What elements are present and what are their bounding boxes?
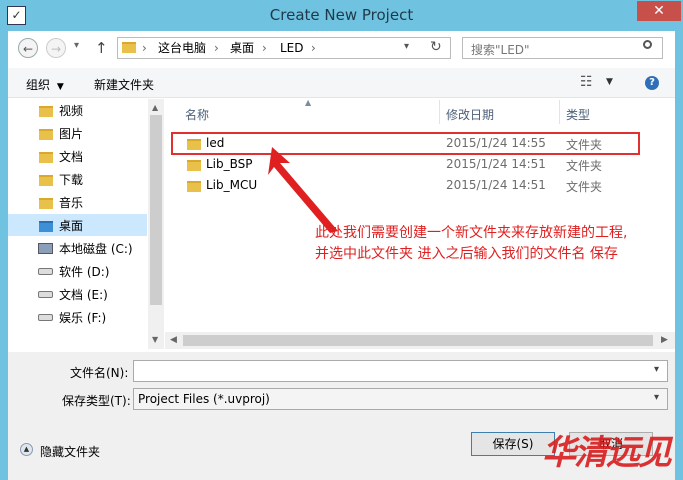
breadcrumb-separator: › xyxy=(142,41,147,55)
column-divider xyxy=(439,100,440,124)
chevron-down-icon[interactable]: ▾ xyxy=(654,392,659,403)
music-folder-icon xyxy=(39,198,53,209)
scroll-left-icon[interactable]: ◀ xyxy=(170,335,177,345)
folder-icon xyxy=(187,181,201,192)
search-placeholder: 搜索"LED" xyxy=(471,43,530,57)
sidebar-item-drive-f[interactable]: 娱乐 (F:) xyxy=(59,308,106,328)
hscroll-thumb[interactable] xyxy=(183,335,653,346)
filetype-label: 保存类型(T): xyxy=(62,394,131,408)
search-input[interactable]: 搜索"LED" xyxy=(462,37,663,59)
chevron-down-icon: ▼ xyxy=(56,82,64,92)
organize-menu[interactable]: 组织 ▼ xyxy=(26,76,64,93)
drive-icon xyxy=(38,291,53,298)
folder-icon xyxy=(122,42,136,53)
close-button[interactable]: ✕ xyxy=(637,1,681,21)
recent-dropdown-icon[interactable]: ▾ xyxy=(74,40,79,51)
annotation-text-line1: 此处我们需要创建一个新文件夹来存放新建的工程, xyxy=(315,225,628,241)
file-date: 2015/1/24 14:51 xyxy=(446,157,546,171)
forward-button[interactable]: → xyxy=(46,38,66,58)
scroll-down-icon[interactable]: ▼ xyxy=(152,335,158,344)
local-disk-icon xyxy=(38,243,53,254)
file-date: 2015/1/24 14:51 xyxy=(446,178,546,192)
window-frame-left xyxy=(0,31,8,480)
sidebar-item-desktop[interactable]: 桌面 xyxy=(59,216,83,236)
column-header-date[interactable]: 修改日期 xyxy=(446,106,494,123)
desktop-folder-icon xyxy=(39,221,53,232)
file-type: 文件夹 xyxy=(566,180,603,194)
sidebar-item-videos[interactable]: 视频 xyxy=(59,101,83,121)
file-name: Lib_BSP xyxy=(206,157,253,171)
annotation-highlight-box xyxy=(171,132,640,155)
filename-label: 文件名(N): xyxy=(70,366,129,380)
help-icon[interactable]: ? xyxy=(645,76,659,90)
column-header-name[interactable]: 名称 xyxy=(185,106,209,123)
breadcrumb-led[interactable]: LED xyxy=(280,38,304,58)
filetype-value: Project Files (*.uvproj) xyxy=(138,392,270,406)
scroll-up-icon[interactable]: ▲ xyxy=(152,103,158,112)
chevron-up-icon[interactable]: ▲ xyxy=(20,443,33,456)
column-divider xyxy=(559,100,560,124)
watermark-logo: 华清远见 xyxy=(542,433,672,473)
breadcrumb-desktop[interactable]: 桌面 xyxy=(230,38,254,58)
organize-label: 组织 xyxy=(26,78,51,92)
filetype-select[interactable]: Project Files (*.uvproj) ▾ xyxy=(133,388,668,410)
address-bar[interactable]: › 这台电脑 › 桌面 › LED › ▾ ↻ xyxy=(117,37,451,59)
sidebar-scrollbar[interactable]: ▲ ▼ xyxy=(148,99,164,349)
annotation-text-line2: 并选中此文件夹 进入之后输入我们的文件名 保存 xyxy=(315,246,618,262)
sort-ascending-icon: ▲ xyxy=(305,98,312,107)
breadcrumb-this-pc[interactable]: 这台电脑 xyxy=(158,38,206,58)
folder-icon xyxy=(187,160,201,171)
file-type: 文件夹 xyxy=(566,159,603,173)
view-dropdown-icon[interactable]: ▼ xyxy=(606,77,613,87)
sidebar-item-drive-d[interactable]: 软件 (D:) xyxy=(59,262,109,282)
sidebar-item-downloads[interactable]: 下载 xyxy=(59,170,83,190)
videos-folder-icon xyxy=(39,106,53,117)
sidebar-item-drive-e[interactable]: 文档 (E:) xyxy=(59,285,108,305)
hide-folders-toggle[interactable]: 隐藏文件夹 xyxy=(40,443,100,460)
column-header-type[interactable]: 类型 xyxy=(566,106,590,123)
drive-icon xyxy=(38,314,53,321)
address-dropdown-icon[interactable]: ▾ xyxy=(404,41,409,52)
sidebar-scroll-thumb[interactable] xyxy=(150,115,162,305)
pictures-folder-icon xyxy=(39,129,53,140)
up-button[interactable]: ↑ xyxy=(95,39,108,57)
drive-icon xyxy=(38,268,53,275)
sidebar-item-pictures[interactable]: 图片 xyxy=(59,124,83,144)
scroll-right-icon[interactable]: ▶ xyxy=(661,335,668,345)
breadcrumb-separator: › xyxy=(311,41,316,55)
sidebar-item-drive-c[interactable]: 本地磁盘 (C:) xyxy=(59,239,133,259)
back-button[interactable]: ← xyxy=(18,38,38,58)
view-options-icon[interactable]: ☷ xyxy=(580,74,593,90)
new-folder-button[interactable]: 新建文件夹 xyxy=(94,76,154,93)
window-title: Create New Project xyxy=(269,6,414,24)
documents-folder-icon xyxy=(39,152,53,163)
downloads-folder-icon xyxy=(39,175,53,186)
chevron-down-icon[interactable]: ▾ xyxy=(654,364,659,375)
sidebar-item-documents[interactable]: 文档 xyxy=(59,147,83,167)
filename-input[interactable]: ▾ xyxy=(133,360,668,382)
breadcrumb-separator: › xyxy=(214,41,219,55)
breadcrumb-separator: › xyxy=(262,41,267,55)
file-list-hscrollbar[interactable]: ◀ ▶ xyxy=(165,332,675,349)
sidebar-item-music[interactable]: 音乐 xyxy=(59,193,83,213)
refresh-icon[interactable]: ↻ xyxy=(430,39,442,55)
search-icon[interactable] xyxy=(643,40,652,49)
file-name: Lib_MCU xyxy=(206,178,258,192)
window-frame-right xyxy=(675,31,683,480)
